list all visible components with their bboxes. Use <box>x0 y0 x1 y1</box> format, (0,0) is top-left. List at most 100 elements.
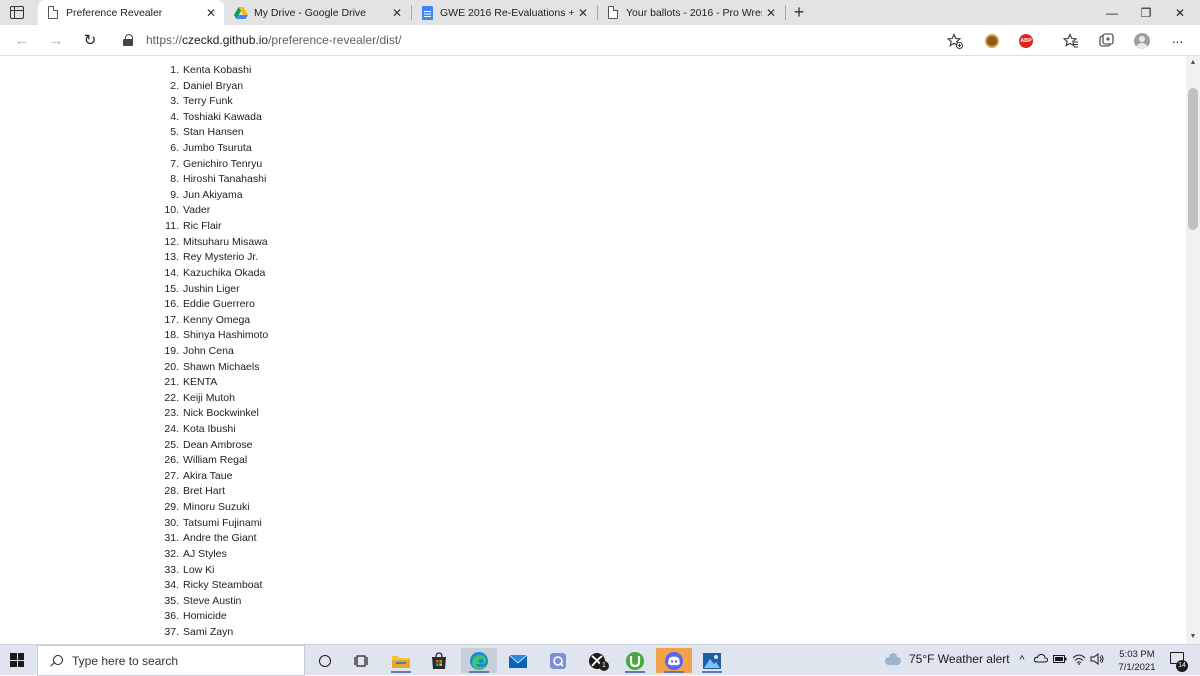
tab-google-drive[interactable]: My Drive - Google Drive ✕ <box>226 0 410 25</box>
wrestler-name: AJ Styles <box>183 547 227 560</box>
scroll-up-icon[interactable]: ▲ <box>1186 56 1200 70</box>
rank-number: 20. <box>164 360 179 373</box>
wifi-icon[interactable] <box>1072 653 1086 667</box>
wrestler-name: Keiji Mutoh <box>183 391 235 404</box>
ranking-list-item: 16. Eddie Guerrero <box>160 297 268 313</box>
rank-number: 16. <box>164 298 179 311</box>
taskbar-search-box[interactable]: Type here to search <box>37 645 305 676</box>
back-button[interactable]: ← <box>12 31 32 51</box>
wrestler-name: Low Ki <box>183 563 215 576</box>
wrestler-name: Toshiaki Kawada <box>183 110 262 123</box>
notification-center-icon[interactable]: 14 <box>1170 652 1188 672</box>
extension-icon[interactable] <box>982 31 1002 51</box>
wrestler-name: Ric Flair <box>183 220 222 233</box>
windows-start-icon[interactable] <box>10 653 24 667</box>
rank-number: 6. <box>170 142 179 155</box>
refresh-button[interactable]: ↻ <box>80 31 100 51</box>
address-bar[interactable]: https://czeckd.github.io/preference-reve… <box>146 33 402 47</box>
rank-number: 2. <box>170 79 179 92</box>
ranking-list-item: 3. Terry Funk <box>160 94 268 110</box>
ranking-list-item: 34. Ricky Steamboat <box>160 578 268 594</box>
rank-number: 26. <box>164 454 179 467</box>
scroll-down-icon[interactable]: ▼ <box>1186 630 1200 644</box>
wrestler-name: Mitsuharu Misawa <box>183 235 268 248</box>
rank-number: 18. <box>164 329 179 342</box>
tab-actions-menu-icon[interactable] <box>10 6 24 19</box>
ranking-list-item: 23. Nick Bockwinkel <box>160 406 268 422</box>
rank-number: 1. <box>170 64 179 76</box>
favorites-icon[interactable] <box>1061 31 1081 51</box>
xbox-badge: 1 <box>599 661 609 671</box>
tab-preference-revealer[interactable]: Preference Revealer ✕ <box>38 0 224 25</box>
page-icon <box>46 6 60 20</box>
wrestler-name: Vader <box>183 204 211 217</box>
rank-number: 32. <box>164 547 179 560</box>
task-view-icon[interactable] <box>344 648 380 673</box>
close-window-button[interactable]: ✕ <box>1160 0 1200 25</box>
microsoft-store-icon[interactable] <box>421 648 457 673</box>
taskbar: Type here to search 1 75°F Weather alert… <box>0 644 1200 676</box>
taskbar-clock[interactable]: 5:03 PM 7/1/2021 <box>1112 648 1162 674</box>
wrestler-name: John Cena <box>183 344 234 357</box>
ranking-list-item: 4. Toshiaki Kawada <box>160 110 268 126</box>
wrestler-name: Kazuchika Okada <box>183 266 266 279</box>
clock-time: 5:03 PM <box>1119 649 1155 660</box>
wrestler-name: Kenta Kobashi <box>183 64 252 76</box>
scroll-thumb[interactable] <box>1188 88 1198 230</box>
collections-icon[interactable] <box>1096 31 1116 51</box>
ranking-list-item: 37. Sami Zayn <box>160 625 268 641</box>
lock-icon[interactable] <box>123 34 133 46</box>
wrestler-name: Genichiro Tenryu <box>183 157 263 170</box>
ranking-list-item: 13. Rey Mysterio Jr. <box>160 250 268 266</box>
favorite-add-icon[interactable] <box>945 31 965 51</box>
page-scrollbar[interactable]: ▲ ▼ <box>1186 56 1200 644</box>
more-icon[interactable]: ··· <box>1167 31 1187 51</box>
forward-button[interactable]: → <box>46 31 66 51</box>
new-tab-button[interactable]: + <box>790 3 808 21</box>
wrestler-name: Bret Hart <box>183 485 226 498</box>
wrestler-name: Steve Austin <box>183 594 242 607</box>
discord-icon[interactable] <box>656 648 692 673</box>
search-icon <box>50 654 63 667</box>
rank-number: 7. <box>170 157 179 170</box>
app-blue-icon[interactable] <box>540 648 576 673</box>
edge-icon[interactable] <box>461 648 497 673</box>
profile-icon[interactable] <box>1132 31 1152 51</box>
rank-number: 17. <box>164 313 179 326</box>
ranking-list-item: 33. Low Ki <box>160 563 268 579</box>
wrestler-name: Tatsumi Fujinami <box>183 516 262 529</box>
xbox-icon[interactable]: 1 <box>579 648 615 673</box>
rank-number: 10. <box>164 204 179 217</box>
close-tab-icon[interactable]: ✕ <box>574 6 592 20</box>
weather-cloud-icon <box>885 653 901 665</box>
rank-number: 15. <box>164 282 179 295</box>
photos-icon[interactable] <box>694 648 730 673</box>
wrestler-name: Daniel Bryan <box>183 79 244 92</box>
tab-your-ballots[interactable]: Your ballots - 2016 - Pro Wrestlin ✕ <box>598 0 784 25</box>
file-explorer-icon[interactable] <box>383 648 419 673</box>
notification-count: 14 <box>1176 660 1188 672</box>
ranking-list: 1. Kenta Kobashi 2. Daniel Bryan 3. Terry Fun… <box>160 63 268 641</box>
close-tab-icon[interactable]: ✕ <box>202 6 220 20</box>
adblock-plus-icon[interactable]: ABP <box>1016 31 1036 51</box>
wrestler-name: Jumbo Tsuruta <box>183 142 252 155</box>
close-tab-icon[interactable]: ✕ <box>762 6 780 20</box>
battery-icon[interactable] <box>1053 653 1067 667</box>
utorrent-icon[interactable] <box>617 648 653 673</box>
rank-number: 24. <box>164 423 179 436</box>
wrestler-name: Jushin Liger <box>183 282 240 295</box>
google-drive-icon <box>234 6 248 20</box>
tab-gwe-2016[interactable]: GWE 2016 Re-Evaluations +2021 ✕ <box>412 0 596 25</box>
volume-icon[interactable] <box>1090 653 1104 667</box>
ranking-list-item: 22. Keiji Mutoh <box>160 391 268 407</box>
show-hidden-icons-chevron-icon[interactable]: ^ <box>1015 653 1029 667</box>
close-tab-icon[interactable]: ✕ <box>388 6 406 20</box>
weather-widget[interactable]: 75°F Weather alert <box>885 652 1010 666</box>
ranking-list-item: 28. Bret Hart <box>160 484 268 500</box>
ranking-list-item: 29. Minoru Suzuki <box>160 500 268 516</box>
mail-icon[interactable] <box>500 648 536 673</box>
onedrive-cloud-icon[interactable] <box>1033 653 1049 667</box>
ranking-list-item: 24. Kota Ibushi <box>160 422 268 438</box>
wrestler-name: Kenny Omega <box>183 313 251 326</box>
cortana-icon[interactable] <box>307 648 343 673</box>
